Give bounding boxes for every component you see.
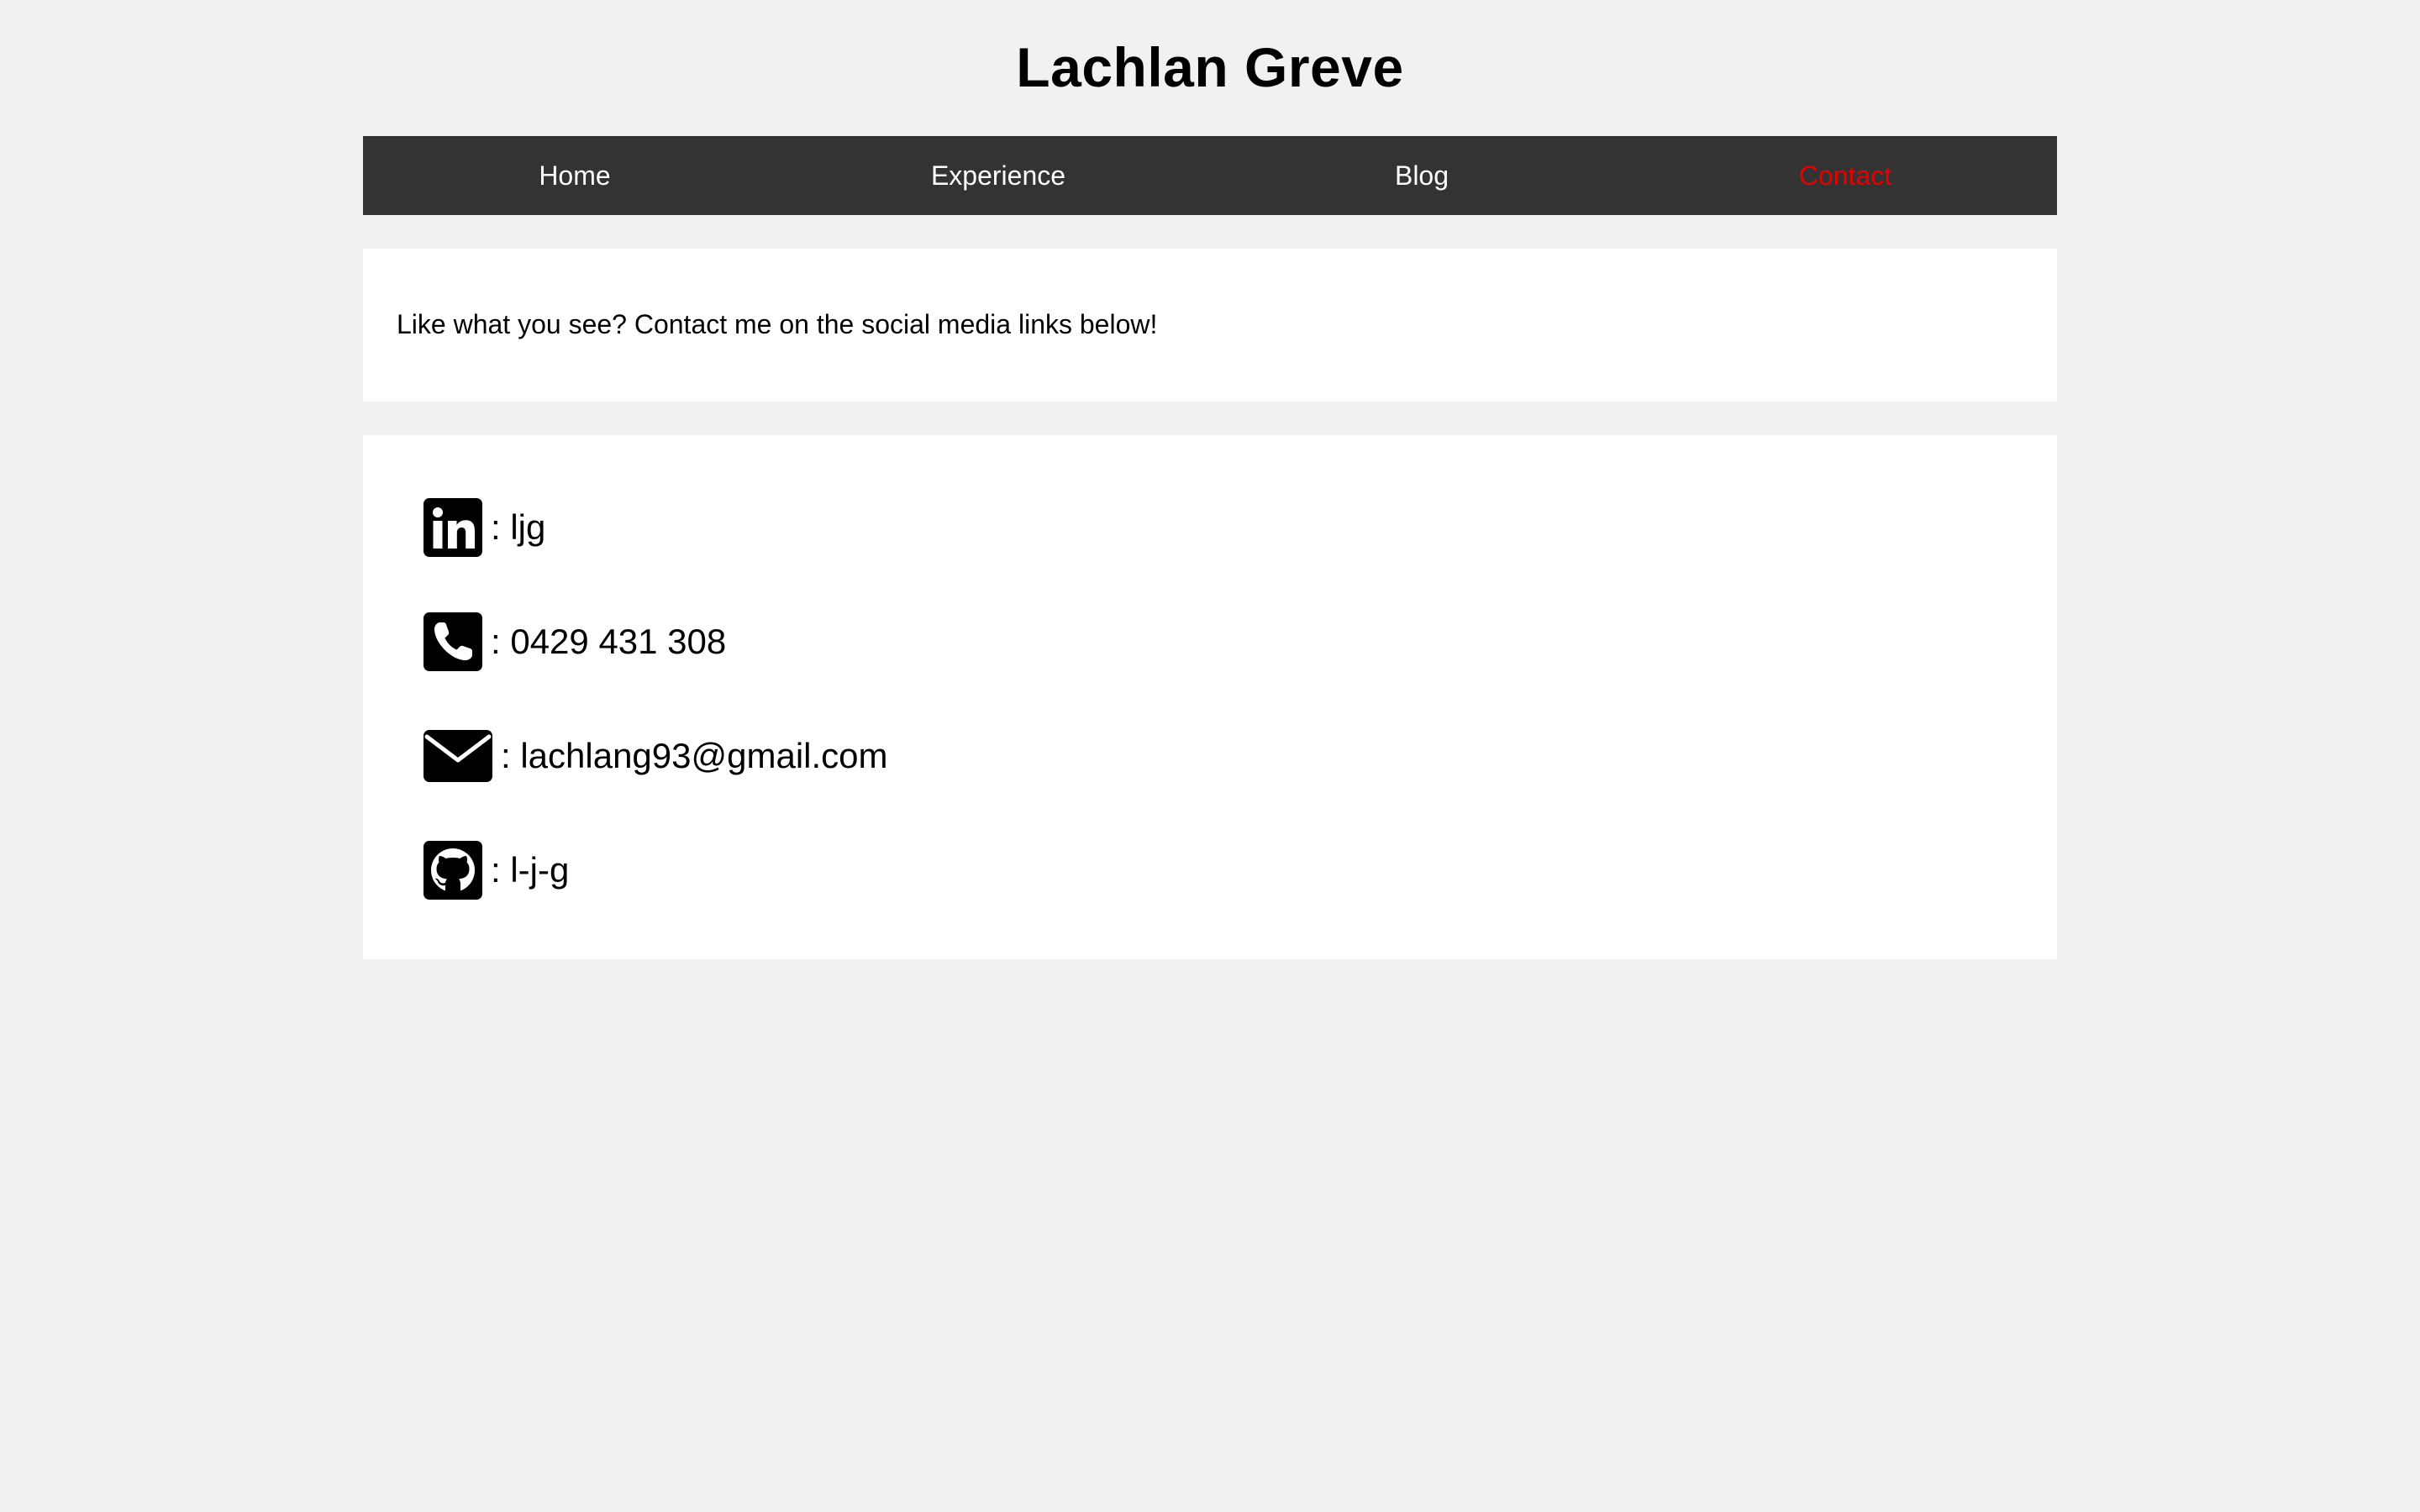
contact-row-email: : lachlang93@gmail.com [424, 722, 888, 790]
phone-icon[interactable] [424, 612, 482, 671]
github-icon[interactable] [424, 841, 482, 900]
email-address[interactable]: : lachlang93@gmail.com [501, 732, 888, 780]
main-nav: Home Experience Blog Contact [363, 136, 2057, 215]
linkedin-handle[interactable]: : ljg [491, 504, 545, 551]
phone-number[interactable]: : 0429 431 308 [491, 618, 726, 665]
contact-row-github: : l-j-g [424, 837, 569, 904]
contact-row-linkedin: : ljg [424, 494, 545, 561]
intro-text: Like what you see? Contact me on the soc… [397, 309, 1158, 339]
github-handle[interactable]: : l-j-g [491, 847, 569, 894]
site-title: Lachlan Greve [1016, 36, 1404, 98]
contact-row-phone: : 0429 431 308 [424, 608, 726, 675]
nav-item-blog[interactable]: Blog [1210, 136, 1634, 215]
nav-item-home[interactable]: Home [363, 136, 786, 215]
contact-card: : ljg : 0429 431 308 : lachlang93@gmail.… [363, 435, 2057, 959]
nav-item-experience[interactable]: Experience [786, 136, 1210, 215]
linkedin-icon[interactable] [424, 498, 482, 557]
nav-item-contact[interactable]: Contact [1634, 136, 2057, 215]
intro-card: Like what you see? Contact me on the soc… [363, 249, 2057, 402]
email-icon[interactable] [424, 730, 492, 782]
